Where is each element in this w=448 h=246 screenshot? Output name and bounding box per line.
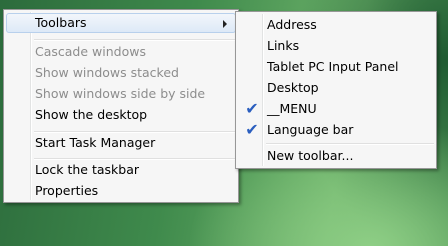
- menu-item-label: Show the desktop: [35, 107, 148, 122]
- menu-item-label: Links: [267, 38, 300, 53]
- menu-item-show-windows-stacked[interactable]: Show windows stacked: [6, 63, 236, 83]
- submenu-item-address[interactable]: Address: [238, 15, 434, 35]
- menu-item-properties[interactable]: Properties: [6, 181, 236, 201]
- menu-separator: [266, 143, 434, 145]
- menu-item-label: Cascade windows: [35, 44, 146, 59]
- toolbars-submenu: Address Links Tablet PC Input Panel Desk…: [235, 11, 437, 169]
- submenu-item-language-bar[interactable]: ✔ Language bar: [238, 120, 434, 140]
- checkmark-icon: ✔: [245, 99, 259, 118]
- menu-item-lock-the-taskbar[interactable]: Lock the taskbar: [6, 160, 236, 180]
- menu-item-label: Desktop: [267, 80, 319, 95]
- menu-item-show-the-desktop[interactable]: Show the desktop: [6, 105, 236, 125]
- menu-separator: [34, 39, 236, 41]
- menu-item-label: Address: [267, 17, 317, 32]
- submenu-item-desktop[interactable]: Desktop: [238, 78, 434, 98]
- menu-item-label: Toolbars: [35, 15, 87, 30]
- menu-item-show-windows-side-by-side[interactable]: Show windows side by side: [6, 84, 236, 104]
- menu-item-label: Show windows side by side: [35, 86, 206, 101]
- menu-item-label: Lock the taskbar: [35, 162, 140, 177]
- menu-item-label: Language bar: [267, 122, 354, 137]
- menu-item-label: Show windows stacked: [35, 65, 179, 80]
- menu-item-label: Properties: [35, 183, 99, 198]
- submenu-item-menu[interactable]: ✔ __MENU: [238, 99, 434, 119]
- menu-item-label: New toolbar...: [267, 148, 354, 163]
- submenu-arrow-icon: [223, 20, 227, 28]
- menu-item-start-task-manager[interactable]: Start Task Manager: [6, 133, 236, 153]
- taskbar-context-menu: Toolbars Cascade windows Show windows st…: [3, 9, 239, 203]
- checkmark-icon: ✔: [245, 120, 259, 139]
- submenu-item-tablet-pc-input-panel[interactable]: Tablet PC Input Panel: [238, 57, 434, 77]
- menu-item-label: Tablet PC Input Panel: [267, 59, 399, 74]
- submenu-item-new-toolbar[interactable]: New toolbar...: [238, 146, 434, 166]
- submenu-item-links[interactable]: Links: [238, 36, 434, 56]
- menu-item-cascade-windows[interactable]: Cascade windows: [6, 42, 236, 62]
- menu-item-label: Start Task Manager: [35, 135, 156, 150]
- menu-item-label: __MENU: [267, 101, 317, 116]
- menu-item-toolbars[interactable]: Toolbars: [6, 13, 236, 33]
